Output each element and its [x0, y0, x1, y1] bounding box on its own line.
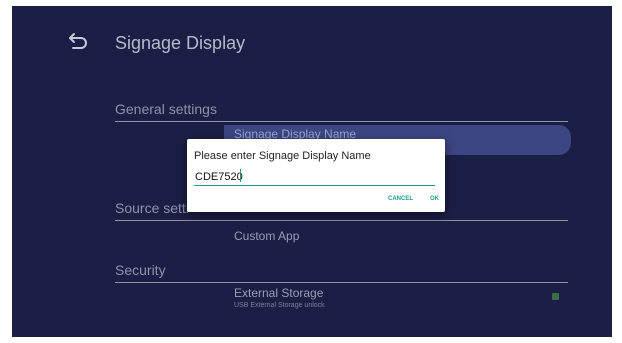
- signage-name-input[interactable]: [194, 168, 435, 186]
- cancel-button[interactable]: CANCEL: [388, 196, 413, 202]
- external-storage-subtitle: USB External Storage unlock: [234, 302, 325, 309]
- external-storage-checkbox[interactable]: [552, 293, 559, 300]
- external-storage-item[interactable]: External Storage: [234, 286, 323, 300]
- text-cursor: [240, 169, 241, 182]
- back-arrow-icon[interactable]: [67, 30, 91, 52]
- section-general-settings: General settings: [115, 101, 568, 122]
- section-security: Security: [115, 262, 568, 283]
- settings-screen: Signage Display General settings Signage…: [12, 6, 612, 337]
- ok-button[interactable]: OK: [430, 196, 439, 202]
- name-input-dialog: Please enter Signage Display Name CANCEL…: [187, 139, 445, 212]
- page-title: Signage Display: [115, 33, 246, 53]
- dialog-title: Please enter Signage Display Name: [194, 150, 371, 162]
- custom-app-item[interactable]: Custom App: [234, 229, 299, 243]
